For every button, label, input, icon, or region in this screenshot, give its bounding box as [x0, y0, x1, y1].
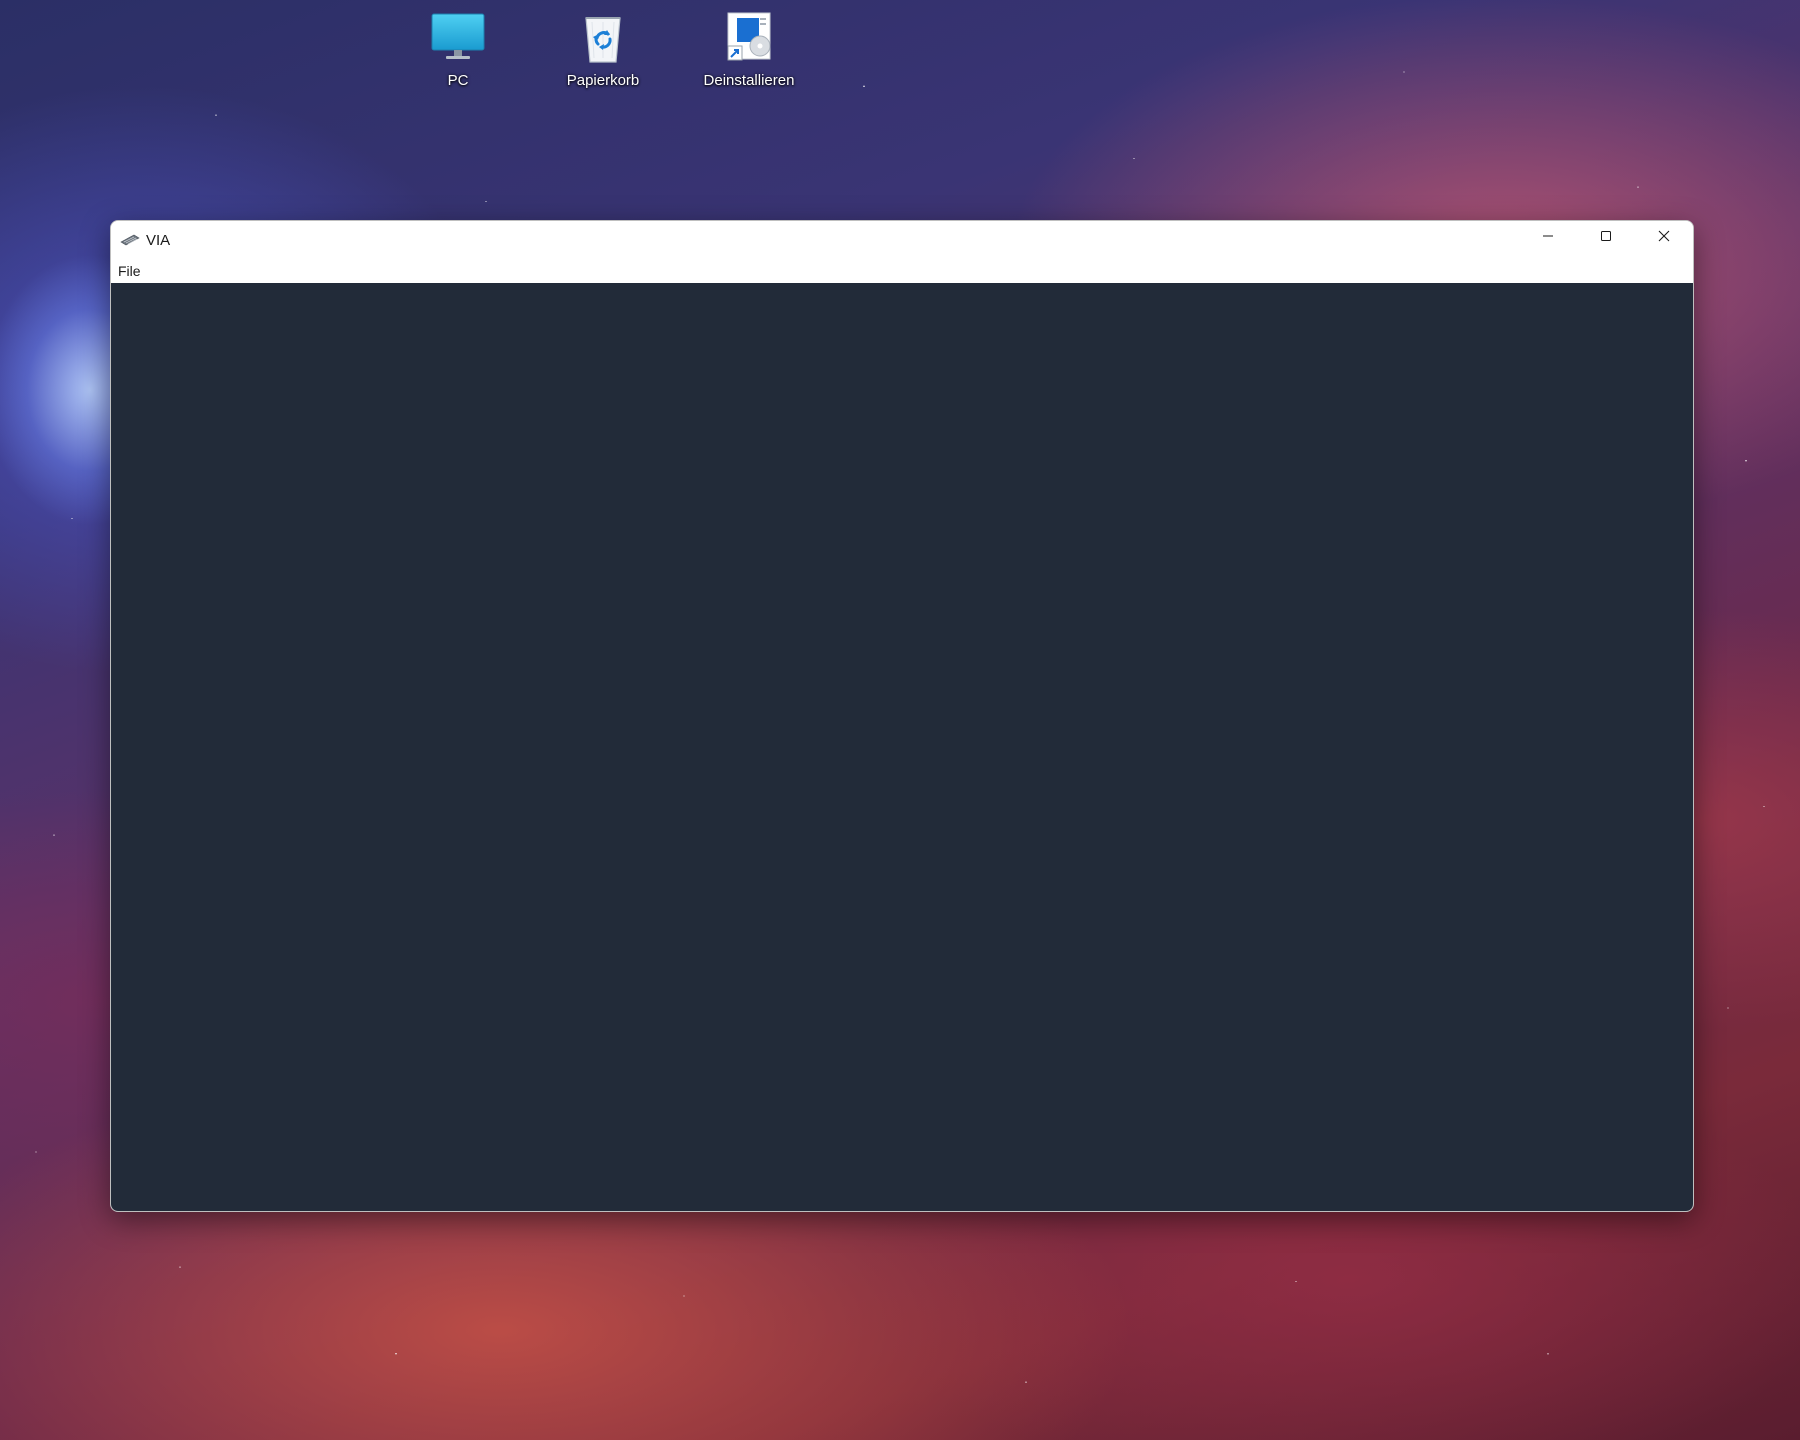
title-bar[interactable]: VIA	[111, 221, 1693, 259]
desktop-icon-label: PC	[447, 72, 469, 89]
menu-file[interactable]: File	[111, 259, 148, 283]
keyboard-icon	[120, 230, 140, 250]
desktop-icon-recycle-bin[interactable]: Papierkorb	[548, 8, 658, 89]
recycle-bin-icon	[574, 8, 632, 66]
desktop-icon-uninstall[interactable]: Deinstallieren	[694, 8, 804, 89]
app-content-area[interactable]	[111, 283, 1693, 1211]
maximize-button[interactable]	[1577, 221, 1635, 255]
minimize-button[interactable]	[1519, 221, 1577, 255]
desktop-icon-pc[interactable]: PC	[403, 8, 513, 89]
minimize-icon	[1542, 229, 1554, 247]
maximize-icon	[1600, 229, 1612, 247]
desktop-icon-label: Deinstallieren	[703, 72, 795, 89]
caption-buttons	[1519, 221, 1693, 255]
desktop: PC Papierkorb Deinstallieren VIA File	[0, 0, 1800, 1440]
desktop-icon-label: Papierkorb	[566, 72, 640, 89]
close-button[interactable]	[1635, 221, 1693, 255]
window-title: VIA	[146, 231, 171, 249]
close-icon	[1658, 229, 1670, 247]
uninstall-shortcut-icon	[720, 8, 778, 66]
menu-bar: File	[111, 259, 1693, 283]
pc-monitor-icon	[429, 8, 487, 66]
app-window: VIA File	[110, 220, 1694, 1212]
